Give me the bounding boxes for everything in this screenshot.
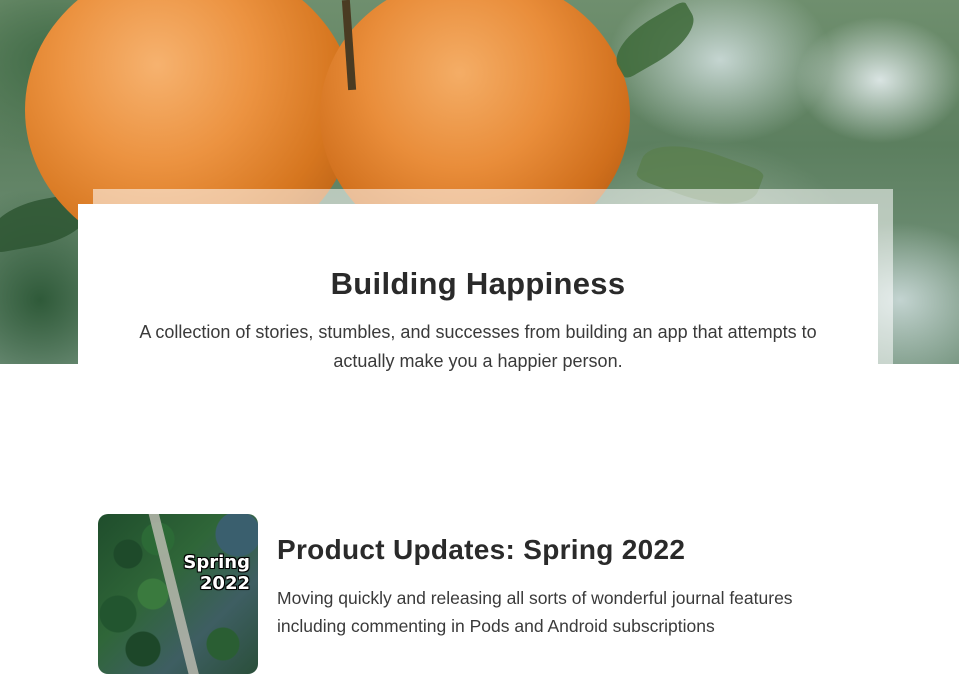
page-tagline: A collection of stories, stumbles, and s… [139,322,817,371]
header-card: Building Happiness A collection of stori… [78,204,878,404]
thumbnail-caption-line: Spring [183,552,250,573]
post-thumbnail[interactable]: Spring 2022 [98,514,258,674]
post-card[interactable]: Spring 2022 Product Updates: Spring 2022… [98,514,858,674]
leaf-decoration [606,0,704,80]
thumbnail-road [147,514,203,674]
thumbnail-caption: Spring 2022 [183,552,250,594]
post-title[interactable]: Product Updates: Spring 2022 [277,534,685,566]
thumbnail-caption-line: 2022 [199,573,250,594]
post-excerpt: Moving quickly and releasing all sorts o… [277,588,793,636]
page-title: Building Happiness [330,266,626,301]
